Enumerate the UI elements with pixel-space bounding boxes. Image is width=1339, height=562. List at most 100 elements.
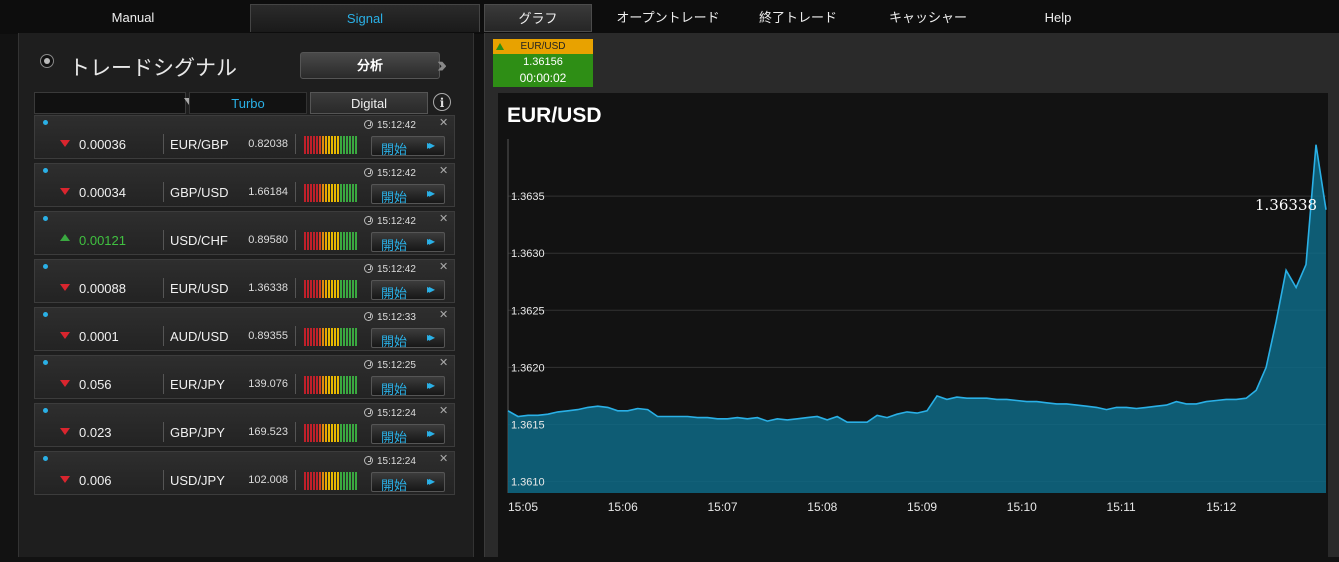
pair-price: 0.82038 <box>248 138 288 150</box>
tab-open-trades[interactable]: オープントレード <box>604 4 732 32</box>
strength-bar <box>328 424 330 442</box>
strength-bar <box>340 424 342 442</box>
analyze-button[interactable]: 分析 <box>300 52 440 79</box>
close-icon[interactable]: ✕ <box>439 404 448 417</box>
strength-bar <box>322 280 324 298</box>
strength-bar <box>349 184 351 202</box>
start-trade-button[interactable]: 開始 ▸▸ <box>371 424 445 445</box>
strength-bar <box>316 328 318 346</box>
status-dot <box>43 216 48 221</box>
strength-bar <box>340 472 342 490</box>
status-dot <box>43 312 48 317</box>
strength-bar <box>331 136 333 154</box>
strength-bar <box>307 232 309 250</box>
strength-bar <box>343 472 345 490</box>
strength-bar <box>334 376 336 394</box>
arrow-up-icon <box>496 43 504 50</box>
signal-row: 15:12:42 ✕ 0.00088 EUR/USD 1.36338 開始 ▸▸ <box>34 259 455 303</box>
currency-pair: EUR/USD <box>170 281 229 296</box>
divider <box>295 278 296 298</box>
strength-bar <box>304 280 306 298</box>
x-tick-label: 15:11 <box>1107 500 1136 514</box>
strength-bar <box>322 184 324 202</box>
signal-time: 15:12:24 <box>364 456 416 467</box>
strength-bar <box>316 472 318 490</box>
strength-bar <box>319 424 321 442</box>
strength-bar <box>328 136 330 154</box>
close-icon[interactable]: ✕ <box>439 356 448 369</box>
divider <box>163 278 164 298</box>
close-icon[interactable]: ✕ <box>439 164 448 177</box>
close-icon[interactable]: ✕ <box>439 212 448 225</box>
signal-filter-bar: Turbo Digital i <box>34 92 454 114</box>
fast-forward-icon: ▸▸ <box>427 426 435 440</box>
strength-bar <box>316 424 318 442</box>
strength-bar <box>304 376 306 394</box>
start-trade-button[interactable]: 開始 ▸▸ <box>371 184 445 205</box>
strength-bar <box>349 136 351 154</box>
tab-manual[interactable]: Manual <box>80 4 186 32</box>
strength-bar <box>331 328 333 346</box>
strength-bar <box>337 184 339 202</box>
strength-bar <box>304 232 306 250</box>
strength-bar <box>343 376 345 394</box>
start-label: 開始 <box>381 238 408 253</box>
tab-turbo[interactable]: Turbo <box>189 92 307 114</box>
start-label: 開始 <box>381 334 408 349</box>
strength-bar <box>322 376 324 394</box>
tab-graph[interactable]: グラフ <box>484 4 592 32</box>
strength-bar <box>331 472 333 490</box>
start-trade-button[interactable]: 開始 ▸▸ <box>371 280 445 301</box>
strength-bar <box>325 184 327 202</box>
strength-bar <box>310 424 312 442</box>
status-dot <box>43 360 48 365</box>
signal-strength-meter <box>304 472 357 490</box>
strength-bar <box>352 280 354 298</box>
close-icon[interactable]: ✕ <box>439 308 448 321</box>
strength-bar <box>337 280 339 298</box>
tab-closed-trades[interactable]: 終了トレード <box>744 4 852 32</box>
start-trade-button[interactable]: 開始 ▸▸ <box>371 376 445 397</box>
clock-icon <box>364 456 373 465</box>
quote-header: EUR/USD <box>493 39 593 54</box>
arrow-down-icon <box>60 140 70 147</box>
close-icon[interactable]: ✕ <box>439 116 448 129</box>
tab-signal[interactable]: Signal <box>250 4 480 32</box>
signal-value: 0.00036 <box>79 137 126 152</box>
signal-value: 0.006 <box>79 473 112 488</box>
start-trade-button[interactable]: 開始 ▸▸ <box>371 472 445 493</box>
signal-time: 15:12:42 <box>364 216 416 227</box>
fast-forward-icon: ▸▸ <box>427 330 435 344</box>
strength-bar <box>313 328 315 346</box>
close-icon[interactable]: ✕ <box>439 260 448 273</box>
strength-bar <box>307 376 309 394</box>
pair-price: 1.36338 <box>248 282 288 294</box>
clock-icon <box>364 264 373 273</box>
strength-bar <box>337 232 339 250</box>
status-dot <box>43 456 48 461</box>
strength-bar <box>355 376 357 394</box>
signal-value: 0.056 <box>79 377 112 392</box>
tab-cashier[interactable]: キャッシャー <box>870 4 986 32</box>
start-trade-button[interactable]: 開始 ▸▸ <box>371 328 445 349</box>
signal-row: 15:12:25 ✕ 0.056 EUR/JPY 139.076 開始 ▸▸ <box>34 355 455 399</box>
tab-help[interactable]: Help <box>1010 4 1106 32</box>
quote-box[interactable]: EUR/USD 1.36156 00:00:02 <box>493 39 593 87</box>
info-icon[interactable]: i <box>433 93 451 111</box>
strength-bar <box>346 280 348 298</box>
panel-radio-icon[interactable] <box>40 54 54 68</box>
strength-bar <box>328 328 330 346</box>
strength-bar <box>310 280 312 298</box>
tab-digital[interactable]: Digital <box>310 92 428 114</box>
x-tick-label: 15:05 <box>508 500 538 514</box>
close-icon[interactable]: ✕ <box>439 452 448 465</box>
strength-bar <box>343 136 345 154</box>
strength-bar <box>334 424 336 442</box>
start-trade-button[interactable]: 開始 ▸▸ <box>371 232 445 253</box>
asset-filter-dropdown[interactable] <box>34 92 186 114</box>
x-tick-label: 15:08 <box>807 500 837 514</box>
signal-time: 15:12:42 <box>364 264 416 275</box>
strength-bar <box>334 232 336 250</box>
divider <box>163 182 164 202</box>
start-trade-button[interactable]: 開始 ▸▸ <box>371 136 445 157</box>
